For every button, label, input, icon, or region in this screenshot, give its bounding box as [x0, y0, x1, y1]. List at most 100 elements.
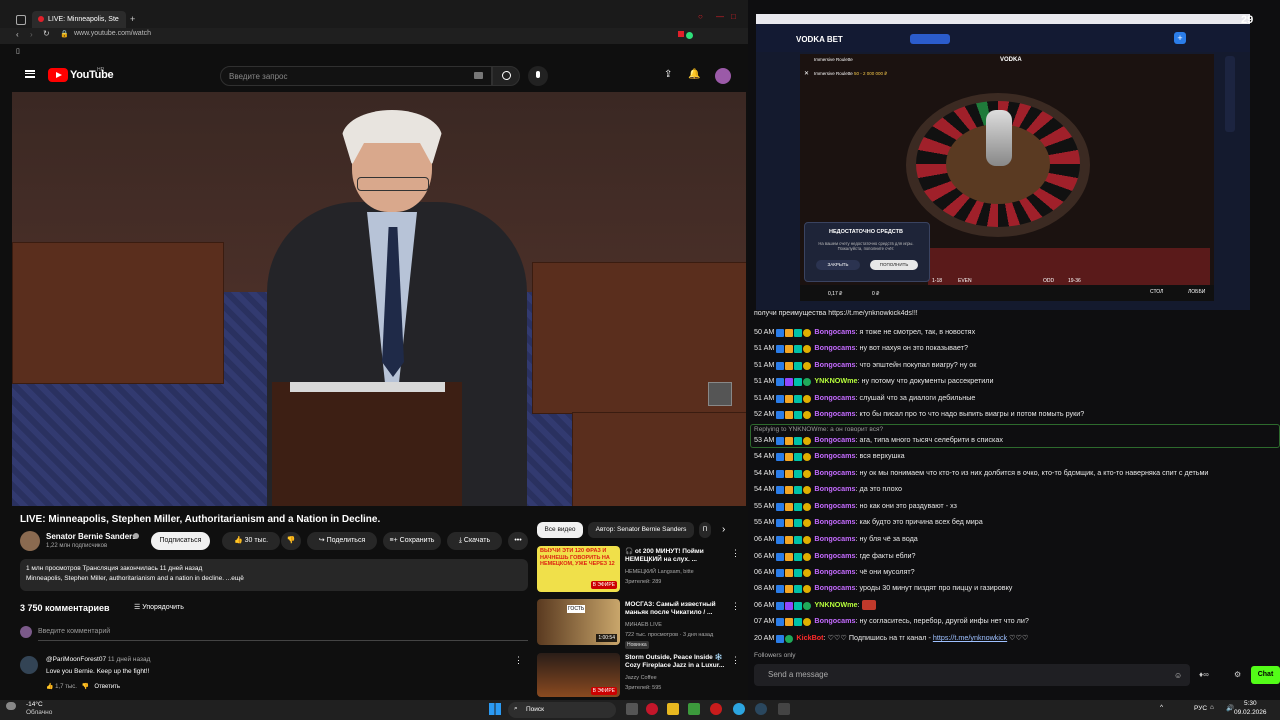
related-thumbnail[interactable]: В ЭФИРЕ [537, 653, 620, 697]
chat-username[interactable]: Bongocams [814, 468, 855, 477]
share-button[interactable]: ↪ Поделиться [307, 532, 377, 550]
chat-username[interactable]: Bongocams [814, 360, 855, 369]
youtube-logo-icon[interactable] [48, 68, 68, 82]
chat-username[interactable]: Bongocams [814, 551, 855, 560]
avatar[interactable] [715, 68, 731, 84]
related-menu-icon[interactable]: ⋮ [731, 655, 740, 666]
related-title[interactable]: Storm Outside, Peace Inside ❄️ Cozy Fire… [625, 654, 731, 670]
casino-logo[interactable]: VODKA BET [796, 35, 843, 44]
kicks-icon[interactable]: ♦∞ [1199, 670, 1209, 679]
video-player[interactable] [12, 92, 746, 506]
game-close-icon[interactable]: ✕ [804, 70, 809, 77]
clock-time[interactable]: 5:30 [1244, 700, 1257, 707]
search-input[interactable]: Введите запрос [220, 66, 492, 86]
chat-username[interactable]: Bongocams [814, 583, 855, 592]
chat-username[interactable]: Bongocams [814, 409, 855, 418]
search-button[interactable] [492, 66, 520, 86]
related-thumbnail[interactable]: ВЫУЧИ ЭТИ 120 ФРАЗ И НАЧНЕШЬ ГОВОРИТЬ НА… [537, 546, 620, 592]
steam-icon[interactable] [755, 703, 767, 715]
chat-message-input[interactable]: Send a message [754, 664, 1190, 686]
language-indicator[interactable]: РУС [1194, 705, 1207, 712]
related-menu-icon[interactable]: ⋮ [731, 548, 740, 559]
opera-icon[interactable] [646, 703, 658, 715]
chip-author[interactable]: Автор: Senator Bernie Sanders [588, 522, 694, 538]
chips-next-icon[interactable]: › [722, 524, 725, 535]
explorer-icon[interactable] [667, 703, 679, 715]
save-button[interactable]: ≡+ Сохранить [383, 532, 441, 550]
emoji-icon[interactable]: ☺ [1174, 671, 1182, 680]
bookmark-icon[interactable] [678, 31, 684, 37]
capcut-icon[interactable] [778, 703, 790, 715]
start-icon[interactable] [489, 703, 501, 715]
taskbar-search[interactable]: ⌕ Поиск [508, 702, 616, 718]
lobby-button[interactable]: ЛОББИ [1188, 289, 1205, 295]
sort-comments-button[interactable]: ☰ Упорядочить [134, 603, 184, 611]
comment-menu-icon[interactable]: ⋮ [514, 655, 523, 666]
table-button[interactable]: СТОЛ [1150, 289, 1163, 295]
tray-expand-icon[interactable]: ^ [1160, 704, 1163, 711]
related-channel[interactable]: Jazzy Coffee [625, 674, 731, 682]
betting-board[interactable]: 1-18 EVEN ODD 19-36 [928, 248, 1210, 288]
channel-name[interactable]: Senator Bernie Sanders [46, 532, 137, 541]
menu-icon[interactable] [25, 70, 35, 78]
comment-like-icon[interactable]: 👍 [46, 684, 55, 690]
maximize-icon[interactable]: □ [731, 12, 736, 21]
chat-username[interactable]: Bongocams [814, 616, 855, 625]
subscribe-button[interactable]: Подписаться [151, 532, 210, 550]
comment-author[interactable]: @PariMoonForest07 11 дней назад [46, 656, 150, 663]
telegram-icon[interactable] [733, 703, 745, 715]
comment-dislike-icon[interactable]: 👎 [82, 684, 89, 690]
chat-username[interactable]: Bongocams [814, 501, 855, 510]
minimize-icon[interactable]: — [716, 12, 724, 21]
modal-close-button[interactable]: ЗАКРЫТЬ [816, 260, 860, 270]
like-button[interactable]: 👍 30 тыс. [222, 532, 280, 550]
upload-icon[interactable]: ⇪ [664, 69, 672, 80]
sidebar-page-icon[interactable]: ▯ [16, 47, 20, 55]
chat-username[interactable]: Bongocams [814, 517, 855, 526]
new-tab-button[interactable]: + [130, 14, 135, 24]
channel-avatar[interactable] [20, 531, 40, 551]
bell-icon[interactable]: 🔔 [688, 69, 700, 80]
back-icon[interactable]: ‹ [16, 30, 19, 39]
more-actions-button[interactable]: ••• [508, 532, 528, 550]
related-title[interactable]: МОСГАЗ: Самый известный маньяк после Чик… [625, 601, 731, 617]
youtube-logo-text[interactable]: YouTube [70, 69, 114, 81]
casino-side-icons[interactable] [1225, 56, 1235, 132]
chat-username[interactable]: Bongocams [814, 393, 855, 402]
chat-username[interactable]: Bongocams [814, 343, 855, 352]
task-view-icon[interactable] [626, 703, 638, 715]
chat-username[interactable]: Bongocams [814, 451, 855, 460]
chat-username[interactable]: KickBot [796, 633, 823, 642]
weather-temp[interactable]: -14°C [26, 701, 43, 708]
description-box[interactable]: 1 млн просмотров Трансляция закончилась … [20, 559, 528, 591]
modal-topup-button[interactable]: ПОПОЛНИТЬ [870, 260, 918, 270]
chat-username[interactable]: YNKNOWme [814, 600, 857, 609]
clock-date[interactable]: 09.02.2026 [1234, 709, 1267, 716]
related-menu-icon[interactable]: ⋮ [731, 601, 740, 612]
reload-icon[interactable]: ↻ [43, 29, 50, 38]
chat-link[interactable]: https://t.me/ynknowkick [933, 633, 1007, 642]
casino-plus-button[interactable]: + [1174, 32, 1186, 44]
download-button[interactable]: ⤓ Скачать [447, 532, 502, 550]
chat-username[interactable]: Bongocams [814, 327, 855, 336]
weather-icon[interactable] [6, 702, 16, 710]
network-icon[interactable]: ⌂ [1210, 704, 1214, 711]
chat-username[interactable]: Bongocams [814, 484, 855, 493]
related-channel[interactable]: НЕМЕЦКИЙ Langsam, bitte [625, 568, 731, 576]
search-tabs-icon[interactable]: ○ [698, 12, 703, 21]
chat-username[interactable]: Bongocams [814, 435, 855, 444]
related-title[interactable]: 🎧 ot 200 МИНУТ! Пойми НЕМЕЦКИЙ на слух. … [625, 548, 731, 564]
chat-username[interactable]: YNKNOWme [814, 376, 857, 385]
casino-nav-active[interactable] [910, 34, 950, 44]
extension-icon[interactable] [686, 32, 693, 39]
chat-send-button[interactable]: Chat [1251, 666, 1280, 684]
comment-input[interactable]: Введите комментарий [38, 628, 110, 635]
keyboard-icon[interactable] [474, 72, 483, 79]
related-thumbnail[interactable]: ГОСТЬ 1:00:54 [537, 599, 620, 645]
chat-username[interactable]: Bongocams [814, 534, 855, 543]
volume-icon[interactable]: 🔊 [1226, 704, 1234, 712]
url-text[interactable]: www.youtube.com/watch [74, 30, 151, 37]
reply-button[interactable]: Ответить [94, 684, 120, 690]
related-channel[interactable]: МИНАЕВ LIVE [625, 621, 731, 629]
yandex-icon[interactable] [710, 703, 722, 715]
